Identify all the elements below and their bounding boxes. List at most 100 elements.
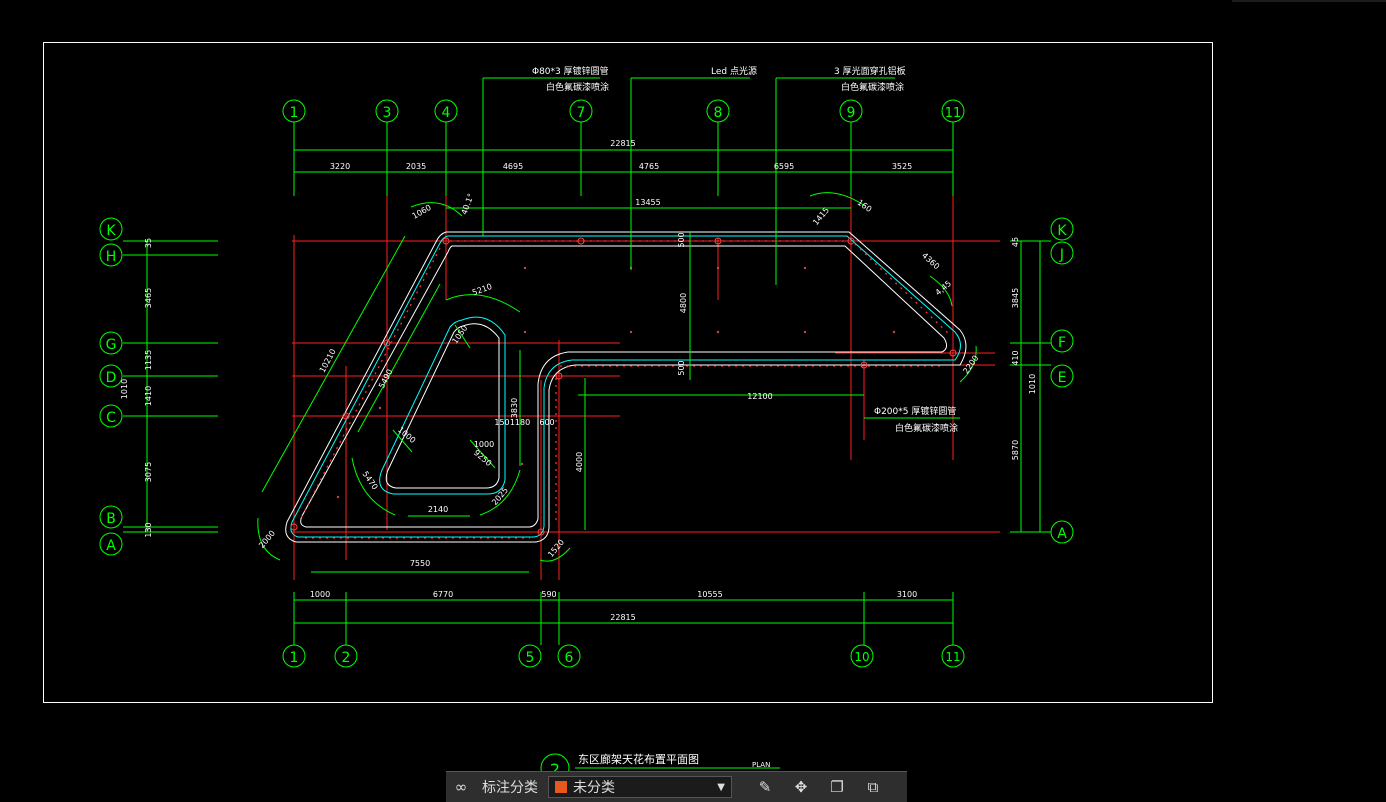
svg-text:G: G <box>106 337 117 353</box>
svg-text:B: B <box>106 511 116 527</box>
dim-7550: 7550 <box>410 559 430 568</box>
dim-bottom-seg-2: 6770 <box>433 590 453 599</box>
dim-1180: 1180 <box>510 418 530 427</box>
axis-bubble-left-H: H <box>99 243 123 267</box>
angle-2000: 2000 <box>257 529 277 550</box>
edit-icon[interactable]: ✎ <box>750 776 780 798</box>
top-strip <box>1232 0 1386 2</box>
svg-text:3: 3 <box>383 105 392 121</box>
dimension-text: 22815 3220 2035 4695 4765 6595 3525 1345… <box>120 139 1037 622</box>
axis-bubble-top-11: 11 <box>941 99 965 123</box>
inner-island <box>379 316 506 495</box>
note3-line1: 3 厚光面穿孔铝板 <box>834 65 906 77</box>
svg-text:9: 9 <box>847 105 856 121</box>
annotations: Φ80*3 厚镀锌圆管 白色氟碳漆喷涂 Led 点光源 3 厚光面穿孔铝板 白色… <box>532 65 958 434</box>
dim-bottom-total: 22815 <box>610 613 635 622</box>
axis-bubble-bottom-1: 1 <box>282 644 306 668</box>
annotation-toolbar: ∞ 标注分类 未分类 ▼ ✎ ✥ ❐ ⧉ <box>446 771 907 802</box>
svg-text:7: 7 <box>577 105 586 121</box>
svg-text:5: 5 <box>526 650 535 666</box>
dim-left-1010: 1010 <box>120 379 129 399</box>
svg-text:1: 1 <box>290 105 299 121</box>
angle-9250: 9250 <box>472 448 493 468</box>
axis-bubbles-right: K J F E A <box>1050 217 1074 544</box>
axis-bubble-top-8: 8 <box>706 99 730 123</box>
svg-text:10: 10 <box>854 650 869 664</box>
axis-bubble-right-F: F <box>1050 329 1074 353</box>
layers-icon[interactable]: ⧉ <box>858 776 888 798</box>
dim-left-130: 130 <box>144 522 153 537</box>
copy-icon[interactable]: ❐ <box>822 776 852 798</box>
dim-500a: 500 <box>677 232 686 247</box>
dim-150: 150 <box>494 418 509 427</box>
led-points <box>290 237 957 536</box>
dim-4360: 4360 <box>920 251 941 271</box>
dim-top-seg-6: 3525 <box>892 162 912 171</box>
note1-line2: 白色氟碳漆喷涂 <box>546 81 609 93</box>
red-centerlines <box>292 196 1000 580</box>
dim-right-5870: 5870 <box>1011 440 1020 460</box>
axis-bubble-bottom-10: 10 <box>850 644 874 668</box>
axis-bubble-bottom-2: 2 <box>334 644 358 668</box>
angle-5210: 5210 <box>471 282 493 297</box>
cad-viewport[interactable]: 1 3 4 7 8 9 11 1 2 5 6 10 11 K H G D C B… <box>0 0 1386 793</box>
svg-text:C: C <box>106 410 116 426</box>
category-color-swatch <box>555 781 567 793</box>
svg-text:11: 11 <box>945 106 962 121</box>
angle-160: 160 <box>856 198 874 214</box>
svg-text:11: 11 <box>945 650 960 664</box>
link-icon[interactable]: ∞ <box>446 776 476 798</box>
svg-text:F: F <box>1058 335 1066 351</box>
axis-bubble-right-K: K <box>1050 217 1074 241</box>
dim-600: 600 <box>539 418 554 427</box>
dim-bottom-seg-5: 3100 <box>897 590 917 599</box>
axis-bubble-bottom-5: 5 <box>518 644 542 668</box>
dim-left-1135: 1135 <box>144 350 153 370</box>
dim-2140: 2140 <box>428 505 448 514</box>
dim-left-3075: 3075 <box>144 462 153 482</box>
dim-right-1010: 1010 <box>1028 374 1037 394</box>
svg-text:6: 6 <box>565 650 574 666</box>
dim-top-total: 22815 <box>610 139 635 148</box>
dim-bottom-seg-4: 10555 <box>697 590 722 599</box>
axis-bubble-left-D: D <box>99 364 123 388</box>
angle-40: 40.1° <box>460 192 476 216</box>
axis-bubble-right-E: E <box>1050 364 1074 388</box>
axis-bubble-bottom-11: 11 <box>941 644 965 668</box>
annotation-category-label: 标注分类 <box>482 780 538 796</box>
dim-bottom-seg-3: 590 <box>541 590 556 599</box>
axis-bubble-left-G: G <box>99 331 123 355</box>
dim-4800: 4800 <box>679 293 688 313</box>
axis-bubble-right-A: A <box>1050 520 1074 544</box>
axis-bubble-top-3: 3 <box>375 99 399 123</box>
svg-text:J: J <box>1059 247 1064 263</box>
svg-text:E: E <box>1058 370 1067 386</box>
axis-bubble-left-A: A <box>99 532 123 556</box>
dim-right-410: 410 <box>1011 350 1020 365</box>
axis-bubbles-bottom: 1 2 5 6 10 11 <box>282 644 965 668</box>
chevron-down-icon: ▼ <box>717 781 725 793</box>
axis-bubble-left-B: B <box>99 505 123 529</box>
dim-left-35: 35 <box>144 238 153 248</box>
axis-bubble-top-7: 7 <box>569 99 593 123</box>
dim-5490: 5490 <box>377 368 395 390</box>
axis-bubble-left-K: K <box>99 217 123 241</box>
svg-text:K: K <box>1057 223 1067 239</box>
category-select[interactable]: 未分类 ▼ <box>548 776 732 798</box>
axis-bubbles-left: K H G D C B A <box>99 217 123 556</box>
axis-bubble-top-1: 1 <box>282 99 306 123</box>
note4-line2: 白色氟碳漆喷涂 <box>895 422 958 434</box>
svg-text:8: 8 <box>714 105 723 121</box>
dim-top-seg-2: 2035 <box>406 162 426 171</box>
svg-text:A: A <box>106 538 116 554</box>
svg-text:4: 4 <box>442 105 451 121</box>
axis-bubble-right-J: J <box>1050 241 1074 265</box>
move-icon[interactable]: ✥ <box>786 776 816 798</box>
category-select-value: 未分类 <box>573 780 615 796</box>
dim-4000: 4000 <box>575 452 584 472</box>
tool-buttons: ✎ ✥ ❐ ⧉ <box>750 776 888 798</box>
dim-top-seg-5: 6595 <box>774 162 794 171</box>
svg-text:1: 1 <box>290 650 299 666</box>
note4-line1: Φ200*5 厚镀锌圆管 <box>874 405 956 417</box>
dim-3830: 3830 <box>510 398 519 418</box>
